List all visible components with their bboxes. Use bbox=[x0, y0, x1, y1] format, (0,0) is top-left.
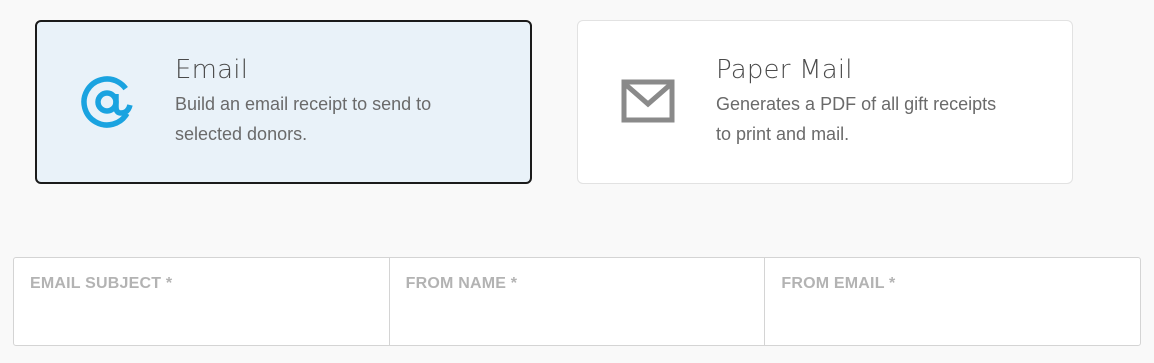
email-option-description: Build an email receipt to send to select… bbox=[175, 94, 432, 144]
from-email-field[interactable]: FROM EMAIL * bbox=[765, 258, 1140, 345]
email-settings-fields: EMAIL SUBJECT * FROM NAME * FROM EMAIL * bbox=[13, 257, 1141, 346]
from-email-input[interactable] bbox=[779, 302, 1127, 336]
paper-mail-option-card[interactable]: Paper Mail Generates a PDF of all gift r… bbox=[577, 20, 1073, 184]
email-option-title: Email bbox=[175, 55, 249, 85]
from-name-label: FROM NAME * bbox=[405, 275, 518, 292]
from-email-label: FROM EMAIL * bbox=[781, 275, 896, 292]
from-name-field[interactable]: FROM NAME * bbox=[390, 258, 766, 345]
paper-mail-option-title: Paper Mail bbox=[716, 55, 853, 85]
paper-mail-option-description: Generates a PDF of all gift receipts to … bbox=[716, 94, 997, 144]
at-sign-icon bbox=[77, 72, 137, 132]
email-option-card[interactable]: Email Build an email receipt to send to … bbox=[35, 20, 532, 184]
email-subject-label: EMAIL SUBJECT * bbox=[30, 275, 173, 292]
envelope-icon bbox=[618, 71, 678, 131]
from-name-input[interactable] bbox=[403, 302, 751, 336]
email-subject-field[interactable]: EMAIL SUBJECT * bbox=[14, 258, 390, 345]
email-subject-input[interactable] bbox=[28, 302, 375, 336]
